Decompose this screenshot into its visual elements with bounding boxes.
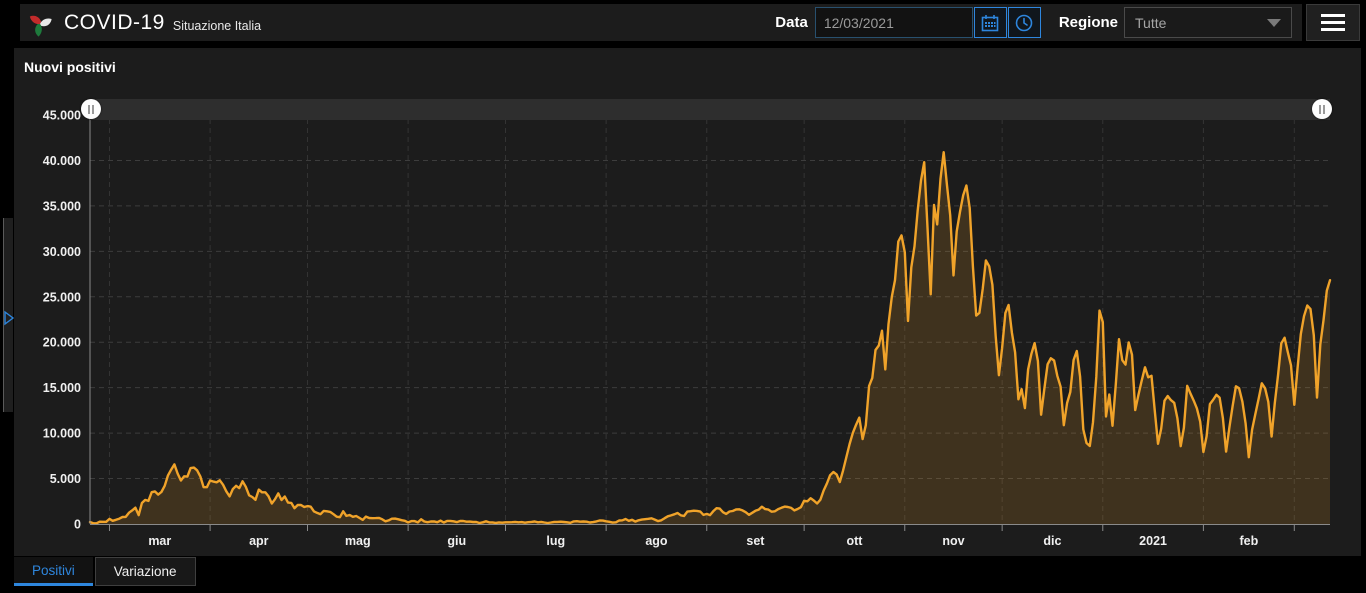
date-label: Data — [775, 14, 808, 31]
tab-bar: Positivi Variazione — [14, 557, 196, 586]
clock-icon — [1014, 13, 1034, 33]
app-logo-icon — [26, 9, 54, 37]
svg-text:0: 0 — [74, 518, 81, 532]
svg-text:giu: giu — [447, 534, 466, 548]
grip-icon — [1319, 105, 1321, 114]
svg-text:mar: mar — [148, 534, 171, 548]
svg-text:nov: nov — [942, 534, 964, 548]
slider-handle-right[interactable] — [1312, 99, 1332, 119]
range-slider-track[interactable] — [90, 99, 1330, 120]
app-title: COVID-19 — [64, 11, 165, 35]
region-select[interactable]: Tutte — [1124, 7, 1292, 38]
tab-variazione[interactable]: Variazione — [95, 557, 196, 586]
svg-text:45.000: 45.000 — [43, 109, 81, 123]
app-header: COVID-19 Situazione Italia Data Regione — [20, 4, 1302, 41]
svg-text:35.000: 35.000 — [43, 199, 81, 213]
date-input[interactable] — [815, 7, 973, 38]
svg-text:20.000: 20.000 — [43, 336, 81, 350]
svg-text:15.000: 15.000 — [43, 381, 81, 395]
svg-text:10.000: 10.000 — [43, 427, 81, 441]
svg-text:40.000: 40.000 — [43, 154, 81, 168]
chart-canvas: 0 5.000 10.000 15.000 20.000 25.000 30.000 35.0… — [14, 48, 1361, 556]
slider-handle-left[interactable] — [81, 99, 101, 119]
svg-text:set: set — [746, 534, 765, 548]
time-button[interactable] — [1008, 7, 1041, 38]
svg-text:25.000: 25.000 — [43, 290, 81, 304]
grip-icon — [88, 105, 90, 114]
chart-panel: Nuovi positivi 05.00010.00015.00020.0002… — [14, 48, 1361, 556]
svg-text:ago: ago — [645, 534, 668, 548]
svg-text:mag: mag — [345, 534, 371, 548]
menu-button[interactable] — [1306, 4, 1360, 41]
region-label: Regione — [1059, 14, 1118, 31]
calendar-icon — [980, 13, 1000, 33]
panel-expander[interactable] — [3, 218, 13, 412]
svg-text:ott: ott — [846, 534, 863, 548]
svg-text:lug: lug — [546, 534, 565, 548]
hamburger-icon — [1321, 14, 1345, 17]
svg-text:apr: apr — [249, 534, 269, 548]
calendar-button[interactable] — [974, 7, 1007, 38]
app-subtitle: Situazione Italia — [173, 19, 261, 33]
svg-text:5.000: 5.000 — [50, 472, 81, 486]
svg-text:dic: dic — [1043, 534, 1061, 548]
svg-text:30.000: 30.000 — [43, 245, 81, 259]
chevron-down-icon — [1267, 19, 1281, 27]
svg-text:feb: feb — [1239, 534, 1258, 548]
region-value: Tutte — [1135, 15, 1166, 31]
tab-positivi[interactable]: Positivi — [14, 557, 93, 586]
svg-text:2021: 2021 — [1139, 534, 1167, 548]
